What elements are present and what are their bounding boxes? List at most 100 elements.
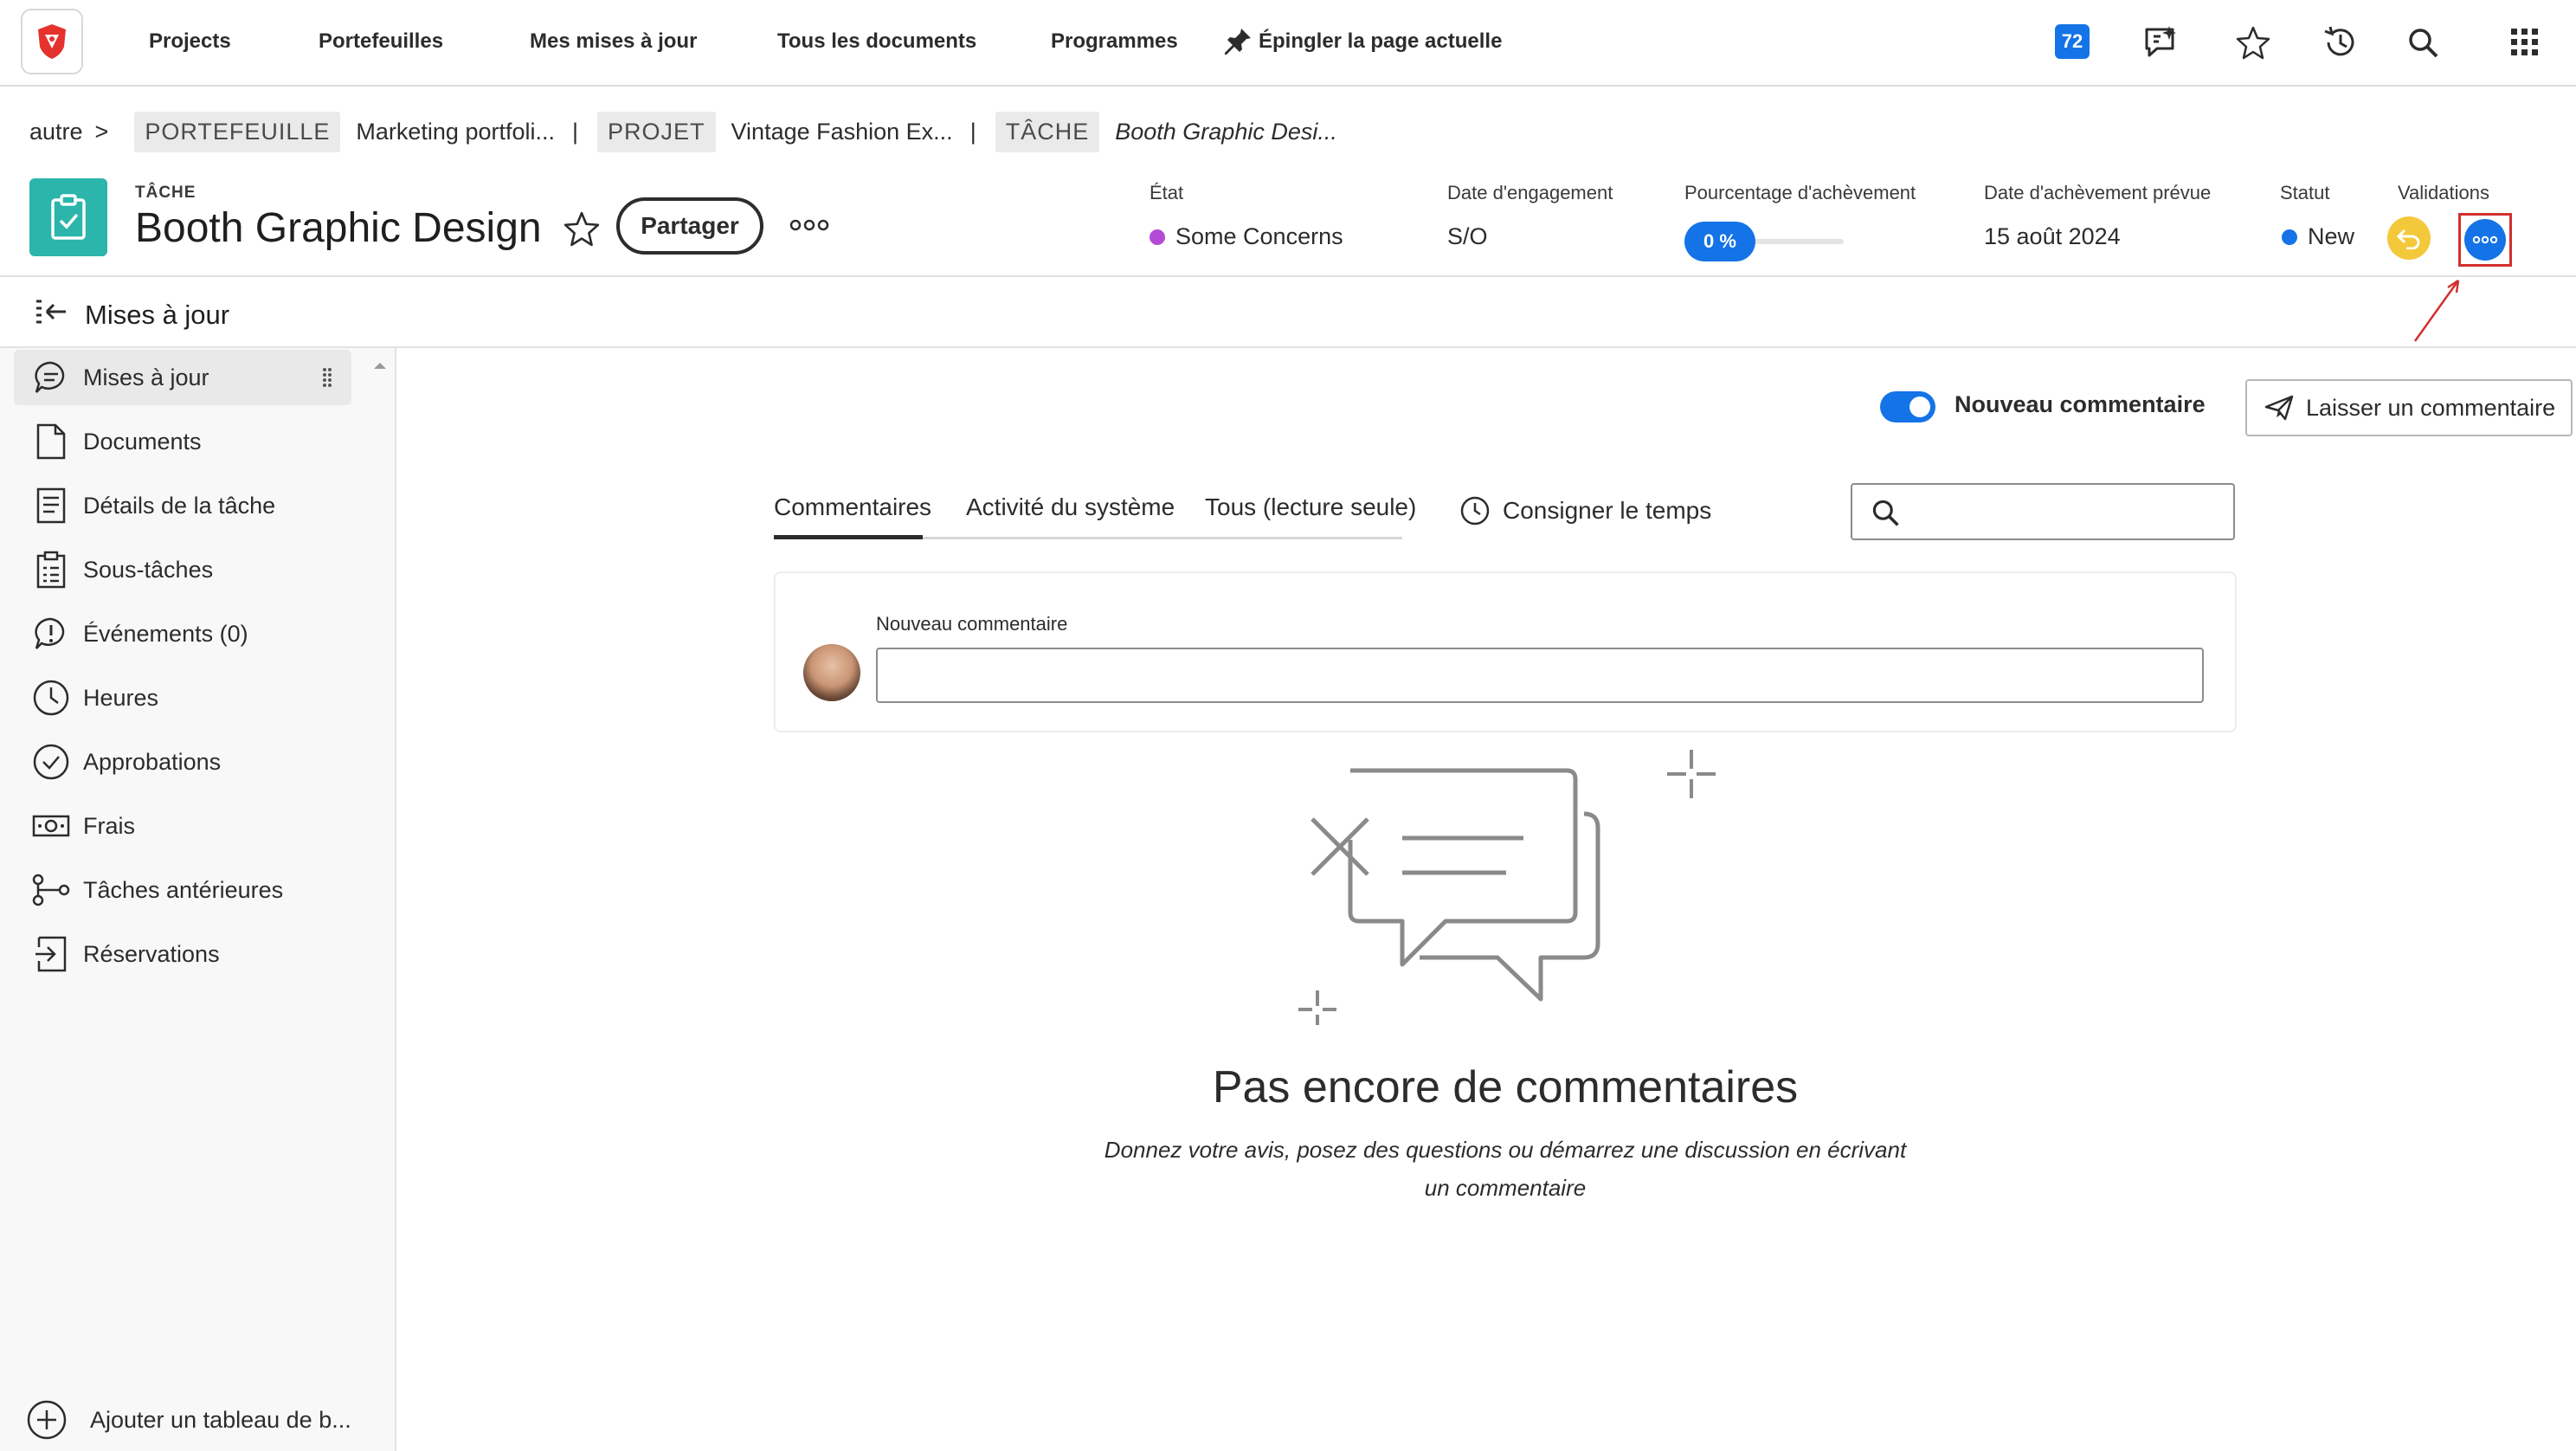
add-circle-icon <box>27 1400 67 1440</box>
comment-search-input[interactable] <box>1909 493 2221 530</box>
new-comment-toggle[interactable] <box>1880 391 1935 422</box>
validations-label: Validations <box>2398 182 2489 203</box>
task-type-icon <box>29 178 107 256</box>
sidebar-item-expenses[interactable]: Frais <box>14 798 351 854</box>
alert-bubble-icon <box>31 614 71 654</box>
percent-complete-bar[interactable]: 0 % <box>1684 222 1892 261</box>
percent-complete-label: Pourcentage d'achèvement <box>1684 182 1916 203</box>
tab-system-activity[interactable]: Activité du système <box>966 493 1175 538</box>
sidebar-item-label: Sous-tâches <box>83 556 214 583</box>
tab-active-indicator <box>774 535 923 539</box>
planned-completion-label: Date d'achèvement prévue <box>1984 182 2212 203</box>
sidebar-item-task-details[interactable]: Détails de la tâche <box>14 478 351 533</box>
favorite-star-icon[interactable] <box>561 208 602 249</box>
chat-bubble-icon <box>31 358 71 397</box>
sidebar-item-label: Détails de la tâche <box>83 492 276 519</box>
send-icon <box>2264 395 2294 421</box>
drag-handle-icon[interactable] <box>322 367 332 388</box>
leave-comment-label: Laisser un commentaire <box>2306 394 2556 421</box>
approval-more-icon <box>2464 219 2506 261</box>
breadcrumb-task: Booth Graphic Desi... <box>1115 118 1337 145</box>
avatar <box>803 644 860 701</box>
sidebar-item-label: Frais <box>83 812 135 839</box>
breadcrumb-root-separator: > <box>94 118 109 145</box>
logo-icon[interactable] <box>21 9 83 74</box>
search-icon <box>1872 500 1899 526</box>
sidebar-item-events[interactable]: Événements (0) <box>14 606 351 661</box>
sidebar-item-label: Heures <box>83 684 159 711</box>
engagement-date-value[interactable]: S/O <box>1447 223 1488 250</box>
clock-icon <box>31 678 71 718</box>
left-navigation: Mises à jour Documents Détails de la tâc… <box>0 348 396 1451</box>
sidebar-item-hours[interactable]: Heures <box>14 670 351 726</box>
breadcrumb-separator: | <box>969 118 976 145</box>
sidebar-item-updates[interactable]: Mises à jour <box>14 350 351 405</box>
empty-state-title: Pas encore de commentaires <box>1212 1062 1799 1112</box>
planned-completion-value[interactable]: 15 août 2024 <box>1984 223 2121 250</box>
sidebar-item-label: Mises à jour <box>83 364 209 390</box>
sidebar-item-label: Tâches antérieures <box>83 876 284 903</box>
breadcrumb-task-tag: TÂCHE <box>995 111 1100 152</box>
sidebar-item-documents[interactable]: Documents <box>14 414 351 469</box>
tab-comments[interactable]: Commentaires <box>774 493 931 538</box>
collapse-panel-icon[interactable] <box>33 296 71 331</box>
scroll-up-icon[interactable] <box>372 360 388 371</box>
log-time-button[interactable]: Consigner le temps <box>1459 495 1711 526</box>
check-circle-icon <box>31 742 71 782</box>
breadcrumb-project[interactable]: Vintage Fashion Ex... <box>731 119 953 145</box>
etat-value[interactable]: Some Concerns <box>1150 223 1343 250</box>
clock-icon <box>1460 496 1490 526</box>
add-dashboard-button[interactable]: Ajouter un tableau de b... <box>26 1399 351 1441</box>
booking-icon <box>31 934 71 974</box>
pin-icon <box>1225 29 1251 55</box>
sidebar-item-bookings[interactable]: Réservations <box>14 926 351 982</box>
add-dashboard-label: Ajouter un tableau de b... <box>90 1406 351 1433</box>
money-icon <box>31 806 71 846</box>
breadcrumb: autre > PORTEFEUILLE Marketing portfoli.… <box>29 109 1337 154</box>
new-comment-input[interactable] <box>876 648 2204 703</box>
nav-portfolios[interactable]: Portefeuilles <box>319 29 443 54</box>
predecessor-icon <box>31 870 71 910</box>
pin-page-button[interactable]: Épingler la page actuelle <box>1222 26 1502 57</box>
whats-new-icon[interactable] <box>2141 23 2181 62</box>
new-comment-label: Nouveau commentaire <box>876 613 1068 635</box>
approval-more-button[interactable] <box>2458 213 2512 267</box>
empty-state-description: Donnez votre avis, posez des questions o… <box>1104 1137 1907 1201</box>
status-value-text: New <box>2308 223 2355 249</box>
status-dot <box>2282 229 2297 245</box>
sidebar-item-predecessors[interactable]: Tâches antérieures <box>14 862 351 918</box>
breadcrumb-root[interactable]: autre <box>29 119 83 145</box>
search-icon[interactable] <box>2403 23 2443 62</box>
tab-all-readonly[interactable]: Tous (lecture seule) <box>1205 493 1416 538</box>
nav-programs[interactable]: Programmes <box>1051 29 1178 54</box>
empty-comments-illustration-icon <box>1298 750 1716 1025</box>
sidebar-item-label: Documents <box>83 428 202 455</box>
undo-approval-icon[interactable] <box>2387 216 2431 260</box>
document-icon <box>31 422 71 461</box>
nav-all-documents[interactable]: Tous les documents <box>777 29 976 54</box>
more-options-icon[interactable] <box>788 215 831 235</box>
sidebar-item-label: Réservations <box>83 940 220 967</box>
section-bar: Mises à jour <box>0 277 2576 348</box>
top-navigation: Projects Portefeuilles Mes mises à jour … <box>0 0 2576 87</box>
share-button[interactable]: Partager <box>616 197 763 255</box>
apps-grid-icon[interactable] <box>2505 23 2545 62</box>
log-time-label: Consigner le temps <box>1503 497 1712 524</box>
leave-comment-button[interactable]: Laisser un commentaire <box>2245 379 2573 436</box>
details-icon <box>31 486 71 526</box>
notification-badge[interactable]: 72 <box>2055 24 2090 59</box>
sidebar-item-subtasks[interactable]: Sous-tâches <box>14 542 351 597</box>
breadcrumb-separator: | <box>572 118 579 145</box>
star-icon[interactable] <box>2233 23 2273 62</box>
nav-my-updates[interactable]: Mes mises à jour <box>530 29 697 54</box>
breadcrumb-project-tag: PROJET <box>597 111 716 152</box>
breadcrumb-portfolio[interactable]: Marketing portfoli... <box>356 119 555 145</box>
sidebar-item-label: Événements (0) <box>83 620 248 647</box>
sidebar-item-label: Approbations <box>83 748 222 775</box>
status-value[interactable]: New <box>2282 223 2354 250</box>
nav-projects[interactable]: Projects <box>149 29 231 54</box>
comment-search-field[interactable] <box>1851 483 2235 540</box>
history-icon[interactable] <box>2320 23 2360 62</box>
section-title: Mises à jour <box>85 300 230 330</box>
sidebar-item-approvals[interactable]: Approbations <box>14 734 351 790</box>
